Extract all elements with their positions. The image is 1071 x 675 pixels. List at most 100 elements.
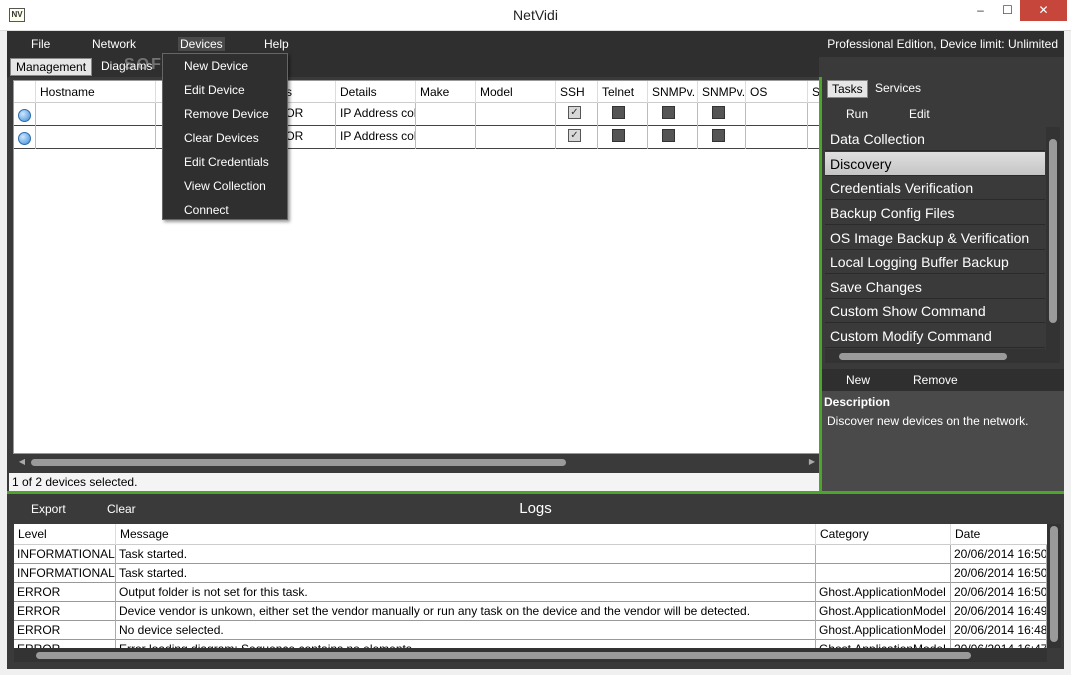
selection-status: 1 of 2 devices selected. <box>9 473 821 491</box>
hostname-cell[interactable] <box>36 126 156 149</box>
tab-management[interactable]: Management <box>10 58 93 76</box>
table-row[interactable]: INFORMATIONAL Task started. 20/06/2014 1… <box>14 564 1047 583</box>
description-text: Discover new devices on the network. <box>827 414 1029 428</box>
menu-item-clear-devices[interactable]: Clear Devices <box>184 131 259 145</box>
devices-grid[interactable]: Hostname Status Details Make Model SSH T… <box>13 80 821 454</box>
table-row[interactable]: ERROR Error loading diagram: Sequence co… <box>14 640 1047 648</box>
tab-services[interactable]: Services <box>871 80 925 98</box>
ssh-checkbox[interactable]: ✓ <box>568 106 581 119</box>
scroll-left-icon[interactable]: ◀ <box>15 455 29 469</box>
task-list-horizontal-scrollbar[interactable] <box>825 349 1060 363</box>
tab-tasks[interactable]: Tasks <box>827 80 868 98</box>
grid-header: Hostname Status Details Make Model SSH T… <box>14 81 820 103</box>
list-item[interactable]: Backup Config Files <box>825 201 1045 225</box>
make-cell <box>416 103 476 126</box>
row-icon-cell <box>14 126 36 149</box>
description-panel: Description Discover new devices on the … <box>822 391 1064 491</box>
remove-task-button[interactable]: Remove <box>913 373 958 387</box>
snmp1-checkbox[interactable] <box>662 129 675 142</box>
scrollbar-thumb[interactable] <box>1050 526 1058 642</box>
snmp1-cell <box>648 126 698 149</box>
scrollbar-thumb[interactable] <box>36 652 971 659</box>
col-model[interactable]: Model <box>476 81 556 103</box>
run-button[interactable]: Run <box>846 107 868 121</box>
col-os[interactable]: OS <box>746 81 808 103</box>
menu-item-new-device[interactable]: New Device <box>184 59 248 73</box>
edition-label: Professional Edition, Device limit: Unli… <box>827 37 1058 51</box>
ssh-checkbox[interactable]: ✓ <box>568 129 581 142</box>
telnet-checkbox[interactable] <box>612 129 625 142</box>
level-cell: ERROR <box>14 621 116 640</box>
snmp2-checkbox[interactable] <box>712 129 725 142</box>
task-list[interactable]: Data Collection Discovery Credentials Ve… <box>825 127 1045 349</box>
col-ssh[interactable]: SSH <box>556 81 598 103</box>
table-row[interactable]: ERROR Output folder is not set for this … <box>14 583 1047 602</box>
telnet-checkbox[interactable] <box>612 106 625 119</box>
scrollbar-thumb[interactable] <box>839 353 1007 360</box>
table-row[interactable]: ERROR IP Address col ✓ <box>14 126 820 149</box>
logs-vertical-scrollbar[interactable] <box>1047 524 1061 648</box>
globe-icon <box>18 132 31 145</box>
make-cell <box>416 126 476 149</box>
scrollbar-thumb[interactable] <box>31 459 566 466</box>
maximize-button[interactable]: ☐ <box>994 0 1021 21</box>
close-button[interactable]: ✕ <box>1020 0 1067 21</box>
logs-header: Level Message Category Date <box>14 524 1047 545</box>
list-item[interactable]: Save Changes <box>825 275 1045 299</box>
col-snmp1[interactable]: SNMPv. <box>648 81 698 103</box>
snmp2-checkbox[interactable] <box>712 106 725 119</box>
model-cell <box>476 126 556 149</box>
edit-button[interactable]: Edit <box>909 107 930 121</box>
category-cell: Ghost.ApplicationModel <box>816 621 951 640</box>
col-message[interactable]: Message <box>116 524 816 545</box>
col-make[interactable]: Make <box>416 81 476 103</box>
list-item[interactable]: Custom Modify Command <box>825 324 1045 348</box>
model-cell <box>476 103 556 126</box>
snmp1-checkbox[interactable] <box>662 106 675 119</box>
menu-file[interactable]: File <box>31 37 50 51</box>
menu-item-remove-device[interactable]: Remove Device <box>184 107 269 121</box>
category-cell <box>816 545 951 564</box>
col-date[interactable]: Date <box>951 524 1047 545</box>
table-row[interactable]: ERROR Device vendor is unkown, either se… <box>14 602 1047 621</box>
message-cell: Task started. <box>116 564 816 583</box>
scrollbar-thumb[interactable] <box>1049 139 1057 323</box>
scroll-right-icon[interactable]: ▶ <box>805 455 819 469</box>
col-details[interactable]: Details <box>336 81 416 103</box>
message-cell: Error loading diagram: Sequence contains… <box>116 640 816 648</box>
ssh-cell: ✓ <box>556 103 598 126</box>
title-bar: NV NetVidi – ☐ ✕ <box>0 0 1071 31</box>
list-item[interactable]: OS Image Backup & Verification <box>825 226 1045 250</box>
col-hostname[interactable]: Hostname <box>36 81 156 103</box>
menu-item-view-collection[interactable]: View Collection <box>184 179 266 193</box>
logs-grid[interactable]: Level Message Category Date INFORMATIONA… <box>14 524 1047 648</box>
telnet-cell <box>598 103 648 126</box>
col-category[interactable]: Category <box>816 524 951 545</box>
table-row[interactable]: INFORMATIONAL Task started. 20/06/2014 1… <box>14 545 1047 564</box>
col-snmp2[interactable]: SNMPv. <box>698 81 746 103</box>
menu-network[interactable]: Network <box>92 37 136 51</box>
col-telnet[interactable]: Telnet <box>598 81 648 103</box>
date-cell: 20/06/2014 16:49 <box>951 602 1047 621</box>
menu-help[interactable]: Help <box>264 37 289 51</box>
minimize-button[interactable]: – <box>967 0 994 21</box>
task-list-vertical-scrollbar[interactable] <box>1046 127 1060 349</box>
menu-devices[interactable]: Devices <box>178 37 225 51</box>
hostname-cell[interactable] <box>36 103 156 126</box>
logs-title: Logs <box>519 500 552 517</box>
table-row[interactable]: ERROR IP Address col ✓ <box>14 103 820 126</box>
col-level[interactable]: Level <box>14 524 116 545</box>
list-item[interactable]: Custom Show Command <box>825 299 1045 323</box>
table-row[interactable]: ERROR No device selected. Ghost.Applicat… <box>14 621 1047 640</box>
menu-item-edit-credentials[interactable]: Edit Credentials <box>184 155 269 169</box>
logs-horizontal-scrollbar[interactable] <box>14 648 1047 662</box>
list-item[interactable]: Discovery <box>825 152 1045 176</box>
new-task-button[interactable]: New <box>846 373 870 387</box>
snmp2-cell <box>698 103 746 126</box>
list-item[interactable]: Data Collection <box>825 127 1045 151</box>
grid-horizontal-scrollbar[interactable]: ◀ ▶ <box>13 455 821 469</box>
menu-item-connect[interactable]: Connect <box>184 203 229 217</box>
list-item[interactable]: Local Logging Buffer Backup <box>825 250 1045 274</box>
list-item[interactable]: Credentials Verification <box>825 176 1045 200</box>
menu-item-edit-device[interactable]: Edit Device <box>184 83 245 97</box>
